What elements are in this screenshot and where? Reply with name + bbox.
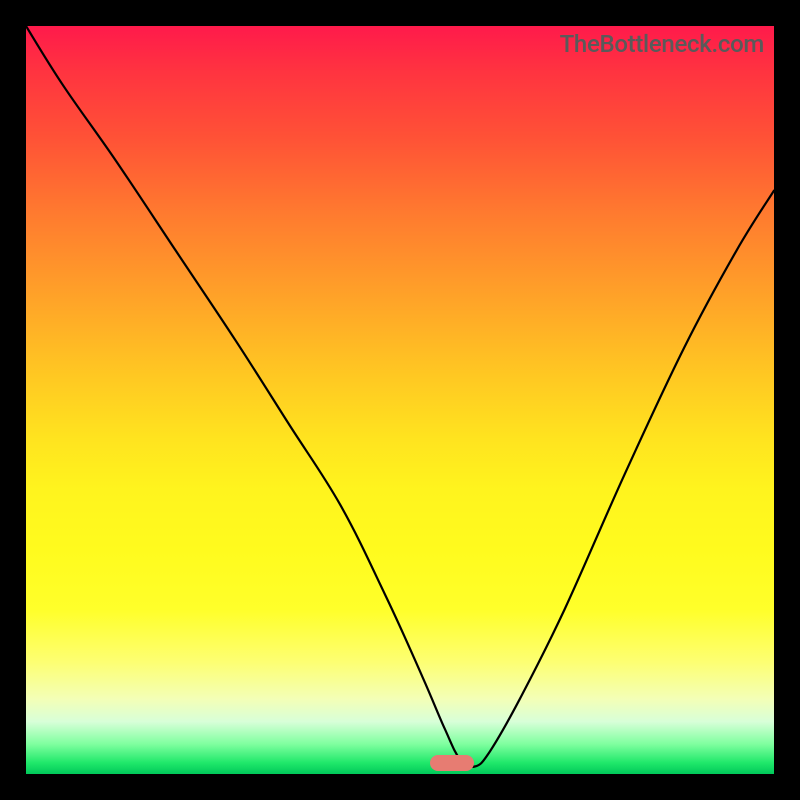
optimal-point-marker <box>430 755 474 771</box>
chart-frame: TheBottleneck.com <box>26 26 774 774</box>
bottleneck-curve <box>26 26 774 774</box>
watermark-text: TheBottleneck.com <box>560 30 764 58</box>
